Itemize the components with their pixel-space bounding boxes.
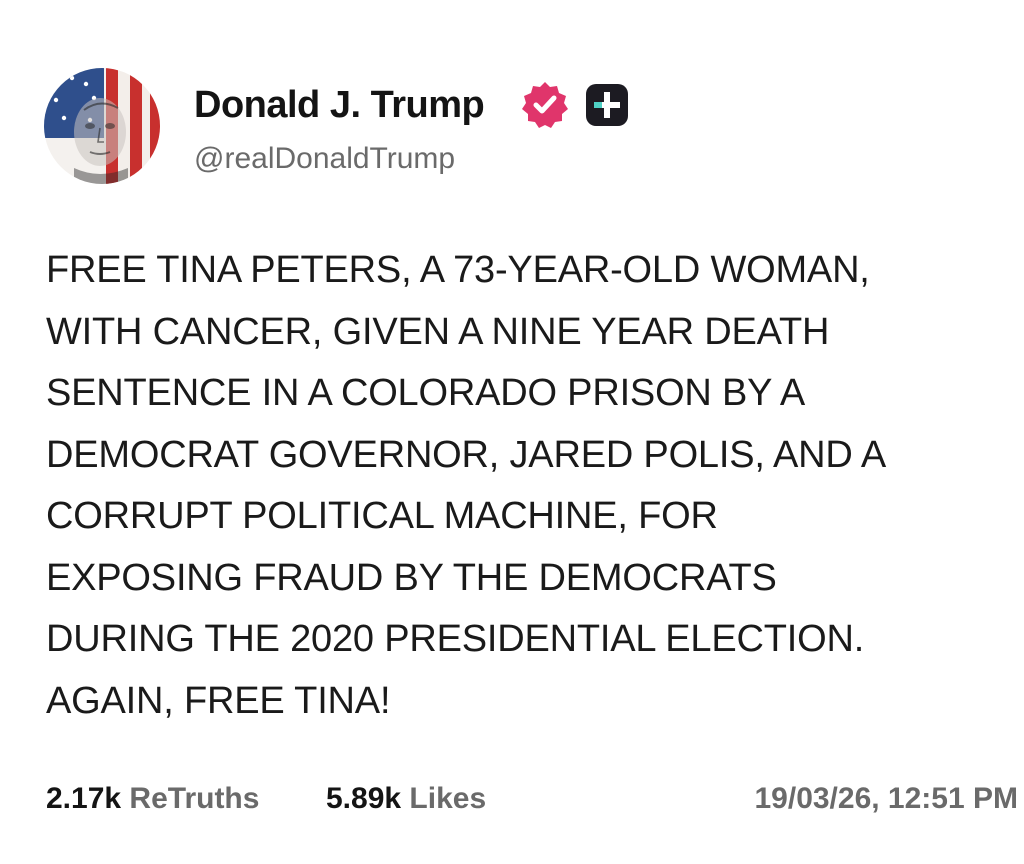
post-text-line: WITH CANCER, GIVEN A NINE YEAR DEATH — [46, 310, 830, 353]
post-text-line: AGAIN, FREE TINA! — [46, 679, 391, 722]
likes-label: Likes — [409, 782, 487, 815]
post-card: Donald J. Trump @realDonaldTrump FREE TI… — [0, 0, 1024, 864]
likes-count: 5.89k — [326, 782, 402, 815]
avatar-image — [44, 68, 160, 184]
post-text-line: DEMOCRAT GOVERNOR, JARED POLIS, AND A — [46, 433, 887, 476]
retruths-stat[interactable]: 2.17k ReTruths — [46, 782, 259, 816]
post-text-line: FREE TINA PETERS, A 73-YEAR-OLD WOMAN, — [46, 249, 870, 291]
plus-badge-icon — [585, 83, 629, 127]
retruths-count: 2.17k — [46, 782, 122, 815]
avatar[interactable] — [44, 68, 160, 184]
retruths-label: ReTruths — [129, 782, 260, 815]
post-text-line: DURING THE 2020 PRESIDENTIAL ELECTION. — [46, 618, 865, 660]
post-timestamp[interactable]: 19/03/26, 12:51 PM — [754, 782, 1018, 816]
likes-stat[interactable]: 5.89k Likes — [326, 782, 486, 816]
post-text-line: SENTENCE IN A COLORADO PRISON BY A — [46, 372, 806, 414]
post-text-line: EXPOSING FRAUD BY THE DEMOCRATS — [46, 556, 777, 599]
author-handle[interactable]: @realDonaldTrump — [194, 142, 455, 176]
post-text-line: CORRUPT POLITICAL MACHINE, FOR — [46, 495, 718, 537]
verified-badge-icon — [520, 80, 570, 130]
author-display-name[interactable]: Donald J. Trump — [194, 84, 485, 127]
post-text: FREE TINA PETERS, A 73-YEAR-OLD WOMAN, W… — [46, 240, 1006, 732]
